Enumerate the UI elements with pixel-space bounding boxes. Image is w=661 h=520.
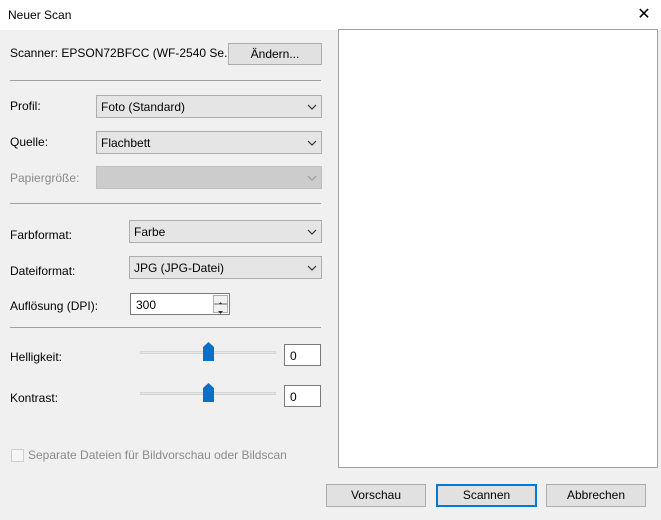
contrast-value-field[interactable]: 0 xyxy=(284,385,321,407)
profile-select[interactable]: Foto (Standard) xyxy=(96,95,322,118)
paper-size-label: Papiergröße: xyxy=(10,171,80,185)
separator-3 xyxy=(10,327,321,328)
source-label: Quelle: xyxy=(10,135,49,149)
spin-down-button[interactable] xyxy=(213,304,228,314)
preview-button[interactable]: Vorschau xyxy=(326,484,426,507)
profile-value: Foto (Standard) xyxy=(101,100,186,114)
source-select[interactable]: Flachbett xyxy=(96,131,322,154)
separate-files-label: Separate Dateien für Bildvorschau oder B… xyxy=(28,448,287,462)
separator-1 xyxy=(10,80,321,81)
file-format-select[interactable]: JPG (JPG-Datei) xyxy=(129,256,322,279)
resolution-spin-buttons xyxy=(213,295,228,314)
window-title: Neuer Scan xyxy=(8,8,72,22)
chevron-down-icon xyxy=(307,175,317,181)
chevron-down-icon xyxy=(307,104,317,110)
close-icon[interactable]: ✕ xyxy=(634,5,654,25)
brightness-value: 0 xyxy=(290,349,297,363)
spin-up-button[interactable] xyxy=(213,295,228,305)
contrast-label: Kontrast: xyxy=(10,391,59,405)
brightness-value-field[interactable]: 0 xyxy=(284,344,321,366)
scan-button[interactable]: Scannen xyxy=(436,484,537,507)
brightness-slider-thumb[interactable] xyxy=(202,342,214,361)
profile-label: Profil: xyxy=(10,99,41,113)
preview-area xyxy=(338,29,658,468)
resolution-value: 300 xyxy=(136,298,157,312)
chevron-down-icon xyxy=(307,265,317,271)
contrast-slider-thumb[interactable] xyxy=(202,383,214,402)
chevron-down-icon xyxy=(307,229,317,235)
cancel-button[interactable]: Abbrechen xyxy=(546,484,646,507)
source-value: Flachbett xyxy=(101,136,151,150)
contrast-value: 0 xyxy=(290,390,297,404)
separate-files-checkbox[interactable] xyxy=(11,449,24,462)
title-bar xyxy=(0,0,661,30)
color-format-select[interactable]: Farbe xyxy=(129,220,322,243)
paper-size-select xyxy=(96,166,322,189)
change-scanner-button[interactable]: Ändern... xyxy=(228,43,322,65)
color-format-label: Farbformat: xyxy=(10,228,73,242)
separator-2 xyxy=(10,203,321,204)
chevron-down-icon xyxy=(307,140,317,146)
resolution-label: Auflösung (DPI): xyxy=(10,299,99,313)
caret-down-icon xyxy=(218,311,223,314)
brightness-label: Helligkeit: xyxy=(10,350,63,364)
scanner-label: Scanner: EPSON72BFCC (WF-2540 Se... xyxy=(10,46,235,60)
color-format-value: Farbe xyxy=(134,225,166,239)
file-format-label: Dateiformat: xyxy=(10,264,76,278)
resolution-spinbox[interactable]: 300 xyxy=(130,293,230,315)
file-format-value: JPG (JPG-Datei) xyxy=(134,261,225,275)
